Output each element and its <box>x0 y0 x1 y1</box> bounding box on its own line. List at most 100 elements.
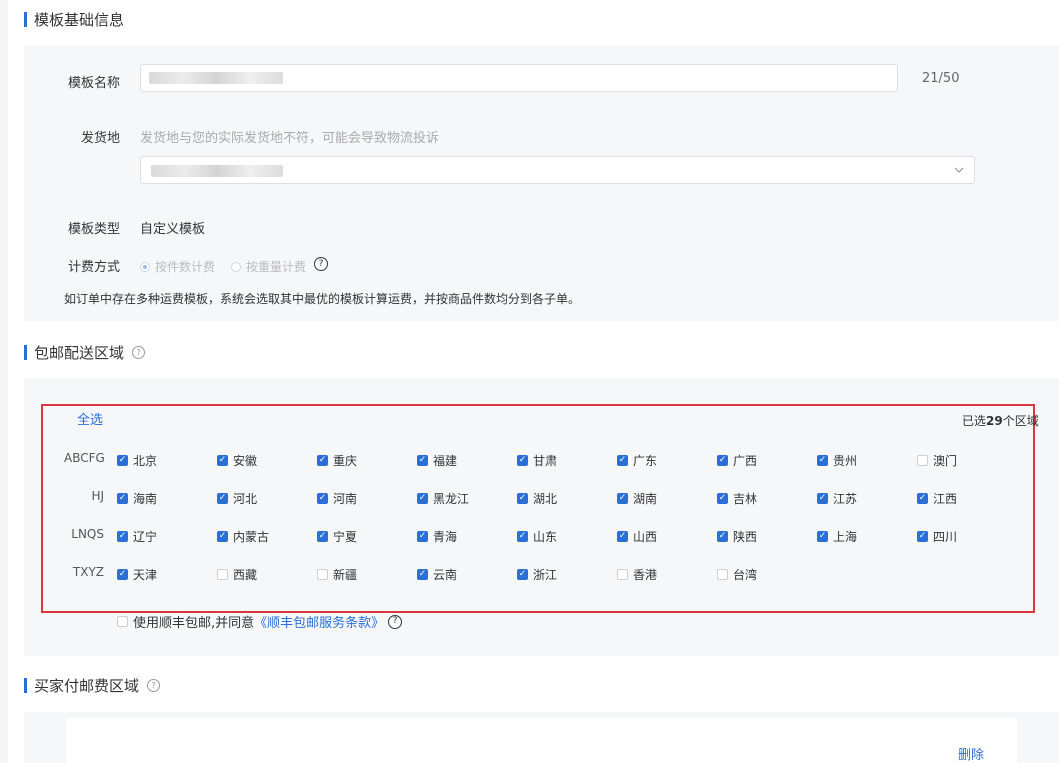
region-name: 陕西 <box>733 530 758 544</box>
sf-help-icon[interactable]: ? <box>388 614 403 629</box>
checkbox-empty[interactable] <box>617 569 628 580</box>
checkbox-empty[interactable] <box>917 455 928 466</box>
region-checkbox[interactable]: ✓ 重庆 <box>317 452 357 469</box>
delete-button[interactable]: 删除 <box>958 744 984 763</box>
selected-suffix: 个区域 <box>1002 414 1039 428</box>
region-checkbox[interactable]: ✓ 贵州 <box>817 452 857 469</box>
check-icon[interactable]: ✓ <box>117 493 128 504</box>
billing-radio-by-weight[interactable]: 按重量计费 <box>231 258 306 275</box>
region-checkbox[interactable]: ✓ 甘肃 <box>517 452 557 469</box>
region-checkbox[interactable]: ✓ 湖南 <box>617 490 657 507</box>
region-checkbox[interactable]: ✓ 江苏 <box>817 490 857 507</box>
check-icon[interactable]: ✓ <box>617 455 628 466</box>
select-all-button[interactable]: 全选 <box>77 409 103 428</box>
region-name: 湖北 <box>533 492 558 506</box>
checkbox-empty[interactable] <box>317 569 328 580</box>
region-checkbox[interactable]: 香港 <box>617 566 657 583</box>
check-icon[interactable]: ✓ <box>117 455 128 466</box>
check-icon[interactable]: ✓ <box>917 531 928 542</box>
blurred-value <box>151 165 283 177</box>
question-circle-icon[interactable]: ? <box>147 679 161 692</box>
origin-select[interactable] <box>140 156 975 184</box>
section-title-free-shipping: 包邮配送区域 ? <box>24 342 146 363</box>
region-name: 广西 <box>733 454 758 468</box>
check-icon[interactable]: ✓ <box>817 531 828 542</box>
region-checkbox[interactable]: ✓ 四川 <box>917 528 957 545</box>
check-icon[interactable]: ✓ <box>217 531 228 542</box>
region-name: 台湾 <box>733 568 758 582</box>
region-checkbox[interactable]: ✓ 吉林 <box>717 490 757 507</box>
check-icon[interactable]: ✓ <box>217 493 228 504</box>
region-checkbox[interactable]: 澳门 <box>917 452 957 469</box>
check-icon[interactable]: ✓ <box>617 493 628 504</box>
check-icon[interactable]: ✓ <box>117 531 128 542</box>
region-checkbox[interactable]: ✓ 辽宁 <box>117 528 157 545</box>
checkbox-empty[interactable] <box>717 569 728 580</box>
check-icon[interactable]: ✓ <box>317 493 328 504</box>
region-name: 福建 <box>433 454 458 468</box>
region-checkbox[interactable]: 台湾 <box>717 566 757 583</box>
region-checkbox[interactable]: ✓ 北京 <box>117 452 157 469</box>
region-checkbox[interactable]: ✓ 河北 <box>217 490 257 507</box>
check-icon[interactable]: ✓ <box>417 531 428 542</box>
region-checkbox[interactable]: ✓ 河南 <box>317 490 357 507</box>
check-icon[interactable]: ✓ <box>517 569 528 580</box>
checkbox-empty[interactable] <box>217 569 228 580</box>
billing-help-icon[interactable]: ? <box>314 257 328 271</box>
region-checkbox[interactable]: ✓ 天津 <box>117 566 157 583</box>
check-icon[interactable]: ✓ <box>817 455 828 466</box>
check-icon[interactable]: ✓ <box>117 569 128 580</box>
region-checkbox[interactable]: 西藏 <box>217 566 257 583</box>
region-checkbox[interactable]: ✓ 云南 <box>417 566 457 583</box>
billing-radio-by-count[interactable]: 按件数计费 <box>140 258 215 275</box>
check-icon[interactable]: ✓ <box>917 493 928 504</box>
region-name: 重庆 <box>333 454 358 468</box>
region-name: 河北 <box>233 492 258 506</box>
region-checkbox[interactable]: ✓ 广西 <box>717 452 757 469</box>
check-icon[interactable]: ✓ <box>217 455 228 466</box>
check-icon[interactable]: ✓ <box>617 531 628 542</box>
region-name: 辽宁 <box>133 530 158 544</box>
region-name: 贵州 <box>833 454 858 468</box>
check-icon[interactable]: ✓ <box>817 493 828 504</box>
check-icon[interactable]: ✓ <box>317 455 328 466</box>
check-icon[interactable]: ✓ <box>517 531 528 542</box>
region-checkbox[interactable]: ✓ 浙江 <box>517 566 557 583</box>
check-icon[interactable]: ✓ <box>417 493 428 504</box>
region-checkbox[interactable]: ✓ 黑龙江 <box>417 490 469 507</box>
region-checkbox[interactable]: ✓ 广东 <box>617 452 657 469</box>
check-icon[interactable]: ✓ <box>317 531 328 542</box>
buyer-pays-row <box>66 718 1017 763</box>
region-checkbox[interactable]: ✓ 上海 <box>817 528 857 545</box>
check-icon[interactable]: ✓ <box>717 493 728 504</box>
sf-terms-link[interactable]: 《顺丰包邮服务条款》 <box>254 612 384 631</box>
region-name: 河南 <box>333 492 358 506</box>
region-checkbox[interactable]: ✓ 江西 <box>917 490 957 507</box>
region-checkbox[interactable]: ✓ 海南 <box>117 490 157 507</box>
region-checkbox[interactable]: ✓ 福建 <box>417 452 457 469</box>
template-name-input[interactable] <box>140 64 898 92</box>
region-checkbox[interactable]: ✓ 陕西 <box>717 528 757 545</box>
region-checkbox[interactable]: ✓ 山东 <box>517 528 557 545</box>
region-name: 黑龙江 <box>433 492 470 506</box>
region-checkbox[interactable]: ✓ 安徽 <box>217 452 257 469</box>
check-icon[interactable]: ✓ <box>517 493 528 504</box>
check-icon[interactable]: ✓ <box>517 455 528 466</box>
sf-free-shipping-option[interactable]: 使用顺丰包邮,并同意 《顺丰包邮服务条款》 ? <box>117 612 403 631</box>
region-checkbox[interactable]: ✓ 湖北 <box>517 490 557 507</box>
check-icon[interactable]: ✓ <box>417 569 428 580</box>
region-checkbox[interactable]: ✓ 内蒙古 <box>217 528 269 545</box>
billing-method-label: 计费方式 <box>67 260 120 275</box>
checkbox[interactable] <box>117 616 128 627</box>
region-name: 澳门 <box>933 454 958 468</box>
region-checkbox[interactable]: ✓ 青海 <box>417 528 457 545</box>
question-circle-icon[interactable]: ? <box>132 346 146 359</box>
region-checkbox[interactable]: ✓ 宁夏 <box>317 528 357 545</box>
check-icon[interactable]: ✓ <box>717 531 728 542</box>
region-checkbox[interactable]: ✓ 山西 <box>617 528 657 545</box>
check-icon[interactable]: ✓ <box>417 455 428 466</box>
region-name: 安徽 <box>233 454 258 468</box>
region-name: 新疆 <box>333 568 358 582</box>
check-icon[interactable]: ✓ <box>717 455 728 466</box>
region-checkbox[interactable]: 新疆 <box>317 566 357 583</box>
